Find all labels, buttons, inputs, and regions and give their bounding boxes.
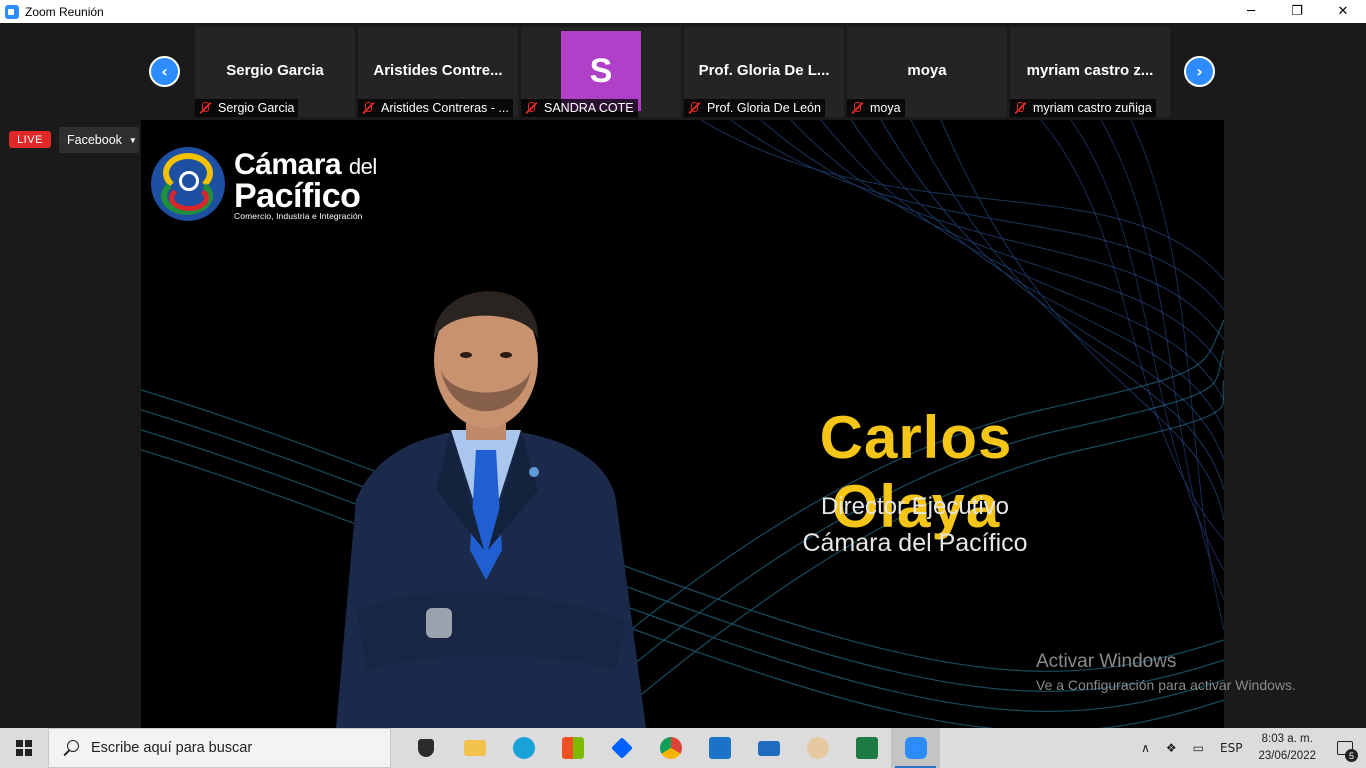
windows-activation-title: Activar Windows bbox=[1036, 651, 1177, 672]
windows-logo-icon bbox=[16, 740, 32, 756]
mic-muted-icon bbox=[198, 101, 212, 115]
shield-icon[interactable] bbox=[401, 728, 450, 768]
language-indicator[interactable]: ESP bbox=[1212, 741, 1250, 755]
speaker-organization: Cámara del Pacífico bbox=[802, 529, 1028, 557]
dropbox-icon[interactable] bbox=[597, 728, 646, 768]
taskbar: Escribe aquí para buscar ∧ ❖ ▭ ESP 8:03 … bbox=[0, 728, 1366, 768]
gallery-next-button[interactable]: › bbox=[1184, 56, 1215, 87]
title-bar: Zoom Reunión ─ ❐ ✕ bbox=[0, 0, 1366, 23]
participant-tile[interactable]: S SANDRA COTE bbox=[521, 27, 681, 117]
speaker-photo bbox=[336, 291, 646, 728]
start-button[interactable] bbox=[0, 728, 48, 768]
participant-tile[interactable]: Sergio Garcia Sergio Garcia bbox=[195, 27, 355, 117]
clock[interactable]: 8:03 a. m. 23/06/2022 bbox=[1250, 731, 1330, 765]
taskbar-apps bbox=[401, 728, 940, 768]
participant-label-text: myriam castro zuñiga bbox=[1033, 101, 1152, 115]
zoom-icon[interactable] bbox=[891, 728, 940, 768]
paint-icon[interactable] bbox=[793, 728, 842, 768]
participant-label-text: SANDRA COTE bbox=[544, 101, 634, 115]
store-icon[interactable] bbox=[548, 728, 597, 768]
clock-date: 23/06/2022 bbox=[1258, 750, 1316, 762]
speaker-role: Director Ejecutivo bbox=[820, 493, 1010, 520]
participant-display-name: Aristides Contre... bbox=[373, 62, 503, 79]
participant-label: myriam castro zuñiga bbox=[1010, 99, 1156, 117]
mic-muted-icon bbox=[524, 101, 538, 115]
window-controls: ─ ❐ ✕ bbox=[1228, 0, 1366, 23]
participant-label-text: moya bbox=[870, 101, 901, 115]
mic-muted-icon bbox=[850, 101, 864, 115]
participant-tile[interactable]: Aristides Contre... Aristides Contreras … bbox=[358, 27, 518, 117]
file-explorer-icon[interactable] bbox=[450, 728, 499, 768]
minimize-button[interactable]: ─ bbox=[1228, 0, 1274, 23]
logo-mark-icon bbox=[151, 147, 225, 221]
maximize-button[interactable]: ❐ bbox=[1274, 0, 1320, 23]
participant-display-name: moya bbox=[907, 62, 947, 79]
excel-icon[interactable] bbox=[842, 728, 891, 768]
participant-display-name: Prof. Gloria De L... bbox=[698, 62, 830, 79]
mic-muted-icon bbox=[361, 101, 375, 115]
participant-tile[interactable]: Prof. Gloria De L... Prof. Gloria De Leó… bbox=[684, 27, 844, 117]
chevron-down-icon: ▼ bbox=[128, 135, 137, 145]
battery-icon[interactable]: ▭ bbox=[1185, 741, 1212, 755]
participant-label: Prof. Gloria De León bbox=[684, 99, 825, 117]
shared-screen: Cámara del Pacífico Comercio, Industria … bbox=[141, 120, 1224, 728]
chrome-icon[interactable] bbox=[646, 728, 695, 768]
notification-center-icon[interactable]: 5 bbox=[1330, 728, 1360, 768]
mic-muted-icon bbox=[1013, 101, 1027, 115]
search-icon bbox=[63, 740, 79, 756]
live-platform-label: Facebook bbox=[67, 133, 122, 147]
notification-count: 5 bbox=[1345, 749, 1358, 762]
participant-label: Aristides Contreras - ... bbox=[358, 99, 513, 117]
window-title: Zoom Reunión bbox=[25, 4, 104, 19]
taskbar-search[interactable]: Escribe aquí para buscar bbox=[48, 728, 391, 768]
dropbox-tray-icon[interactable]: ❖ bbox=[1158, 741, 1185, 755]
tray-chevron-up-icon[interactable]: ∧ bbox=[1133, 741, 1158, 755]
participant-display-name: Sergio Garcia bbox=[226, 62, 324, 79]
live-platform-dropdown[interactable]: Facebook ▼ bbox=[59, 127, 139, 153]
participant-label-text: Prof. Gloria De León bbox=[707, 101, 821, 115]
meeting-area: ‹ Sergio Garcia Sergio Garcia Aristides … bbox=[0, 23, 1366, 728]
participant-label-text: Aristides Contreras - ... bbox=[381, 101, 509, 115]
windows-activation-subtitle: Ve a Configuración para activar Windows. bbox=[1036, 677, 1296, 693]
participant-label: Sergio Garcia bbox=[195, 99, 299, 117]
mic-muted-icon bbox=[687, 101, 701, 115]
close-button[interactable]: ✕ bbox=[1320, 0, 1366, 23]
participant-label: SANDRA COTE bbox=[521, 99, 638, 117]
outlook-icon[interactable] bbox=[695, 728, 744, 768]
system-tray: ∧ ❖ ▭ ESP 8:03 a. m. 23/06/2022 5 bbox=[1133, 728, 1366, 768]
participant-display-name: myriam castro z... bbox=[1026, 62, 1154, 79]
mail-icon[interactable] bbox=[744, 728, 793, 768]
live-badge: LIVE bbox=[9, 131, 51, 148]
logo-word-pacifico: Pacífico bbox=[234, 177, 361, 215]
edge-icon[interactable] bbox=[499, 728, 548, 768]
logo-word-del: del bbox=[348, 154, 377, 179]
logo-tagline: Comercio, Industria e Integración bbox=[234, 211, 363, 221]
search-placeholder: Escribe aquí para buscar bbox=[91, 740, 253, 756]
zoom-app-icon bbox=[5, 4, 19, 19]
participant-label-text: Sergio Garcia bbox=[218, 101, 295, 115]
participant-tile[interactable]: myriam castro z... myriam castro zuñiga bbox=[1010, 27, 1170, 117]
camara-logo: Cámara del Pacífico Comercio, Industria … bbox=[151, 147, 377, 222]
participant-tile[interactable]: moya moya bbox=[847, 27, 1007, 117]
clock-time: 8:03 a. m. bbox=[1261, 733, 1313, 745]
participant-label: moya bbox=[847, 99, 905, 117]
gallery-prev-button[interactable]: ‹ bbox=[149, 56, 180, 87]
